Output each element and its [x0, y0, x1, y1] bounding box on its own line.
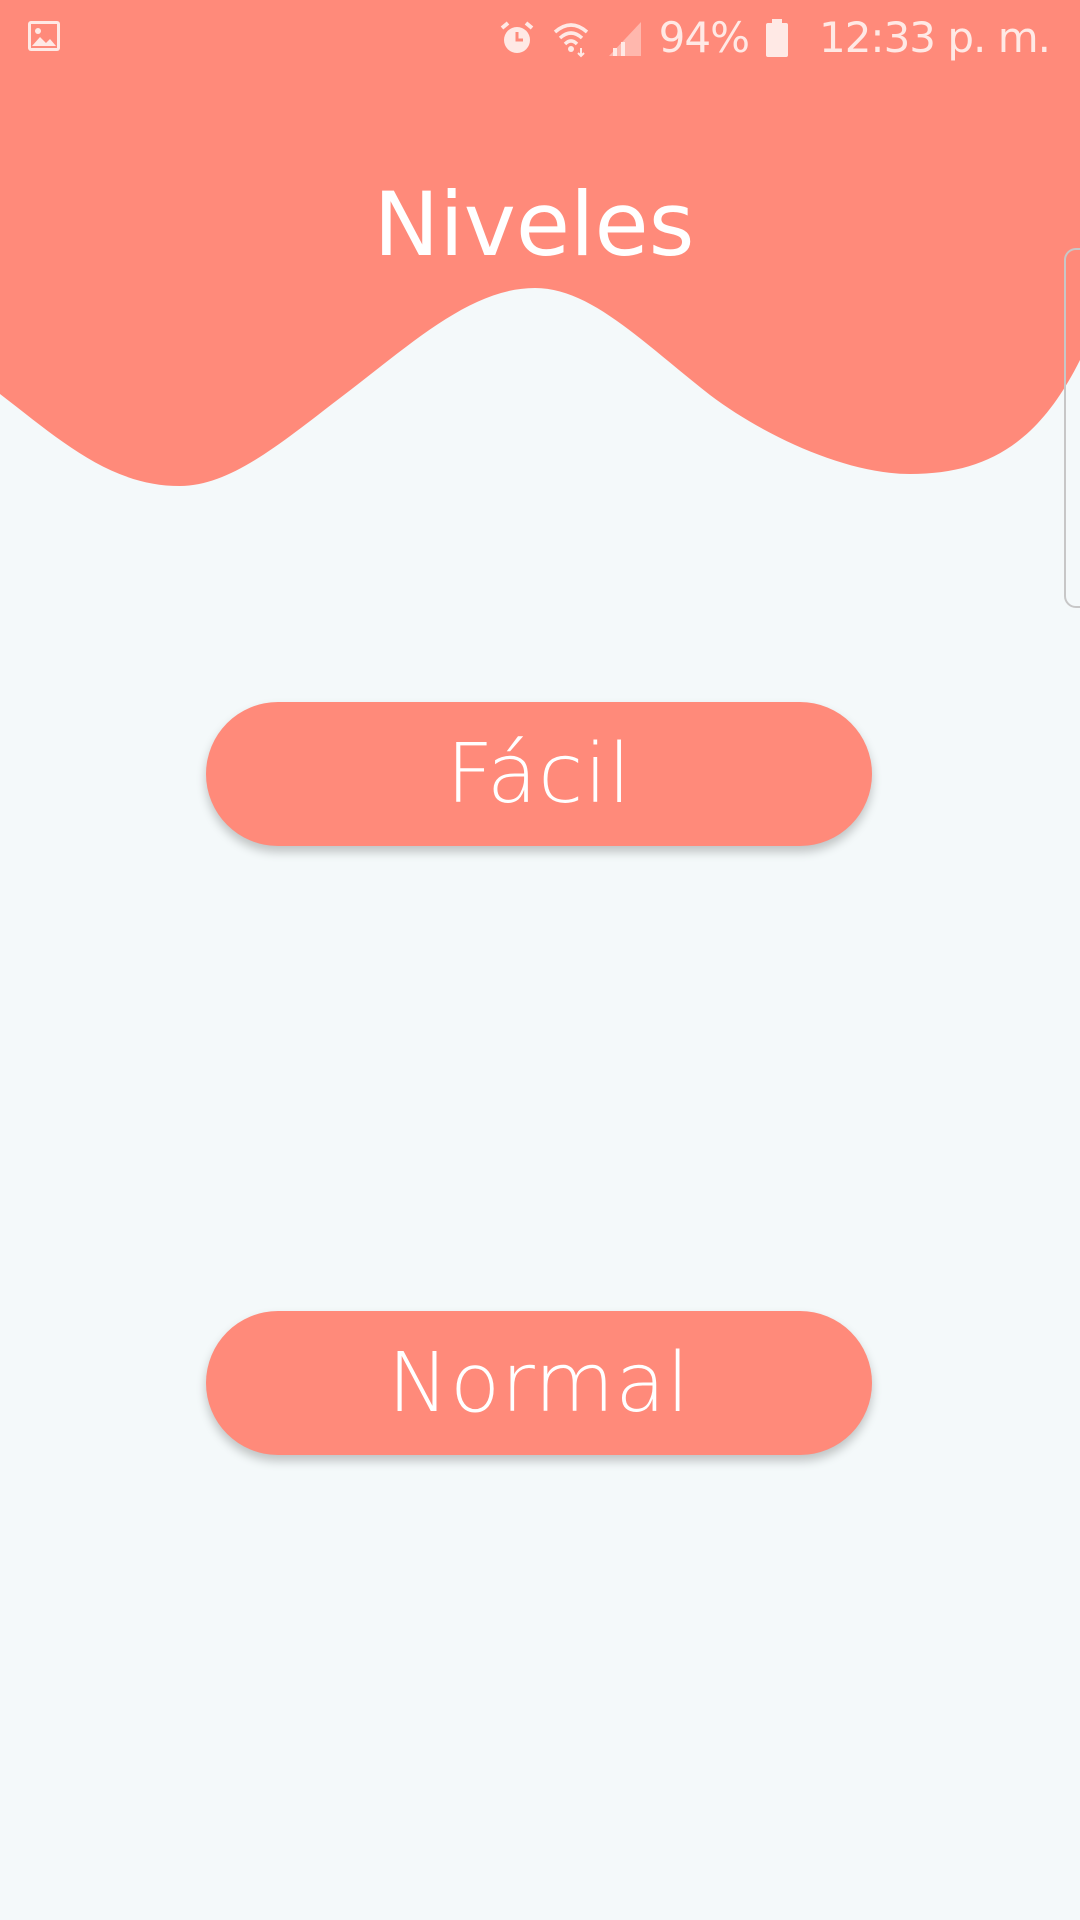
levels-screen: 94% 12:33 p. m. Niveles Fácil Normal	[0, 0, 1080, 1920]
normal-level-label: Normal	[387, 1335, 691, 1431]
wifi-icon	[551, 18, 591, 58]
alarm-icon	[497, 18, 537, 58]
easy-level-button[interactable]: Fácil	[206, 702, 872, 846]
signal-icon	[605, 18, 645, 58]
page-title: Niveles	[373, 173, 695, 276]
status-right-group: 94% 12:33 p. m.	[497, 12, 1051, 64]
normal-level-button[interactable]: Normal	[206, 1311, 872, 1455]
battery-percent: 94%	[658, 13, 750, 62]
easy-level-label: Fácil	[446, 726, 632, 822]
edge-panel-handle[interactable]	[1064, 248, 1080, 608]
battery-icon	[763, 18, 803, 58]
status-time: 12:33 p. m.	[818, 13, 1051, 62]
image-icon	[26, 18, 62, 54]
status-bar: 94% 12:33 p. m.	[0, 0, 1080, 76]
